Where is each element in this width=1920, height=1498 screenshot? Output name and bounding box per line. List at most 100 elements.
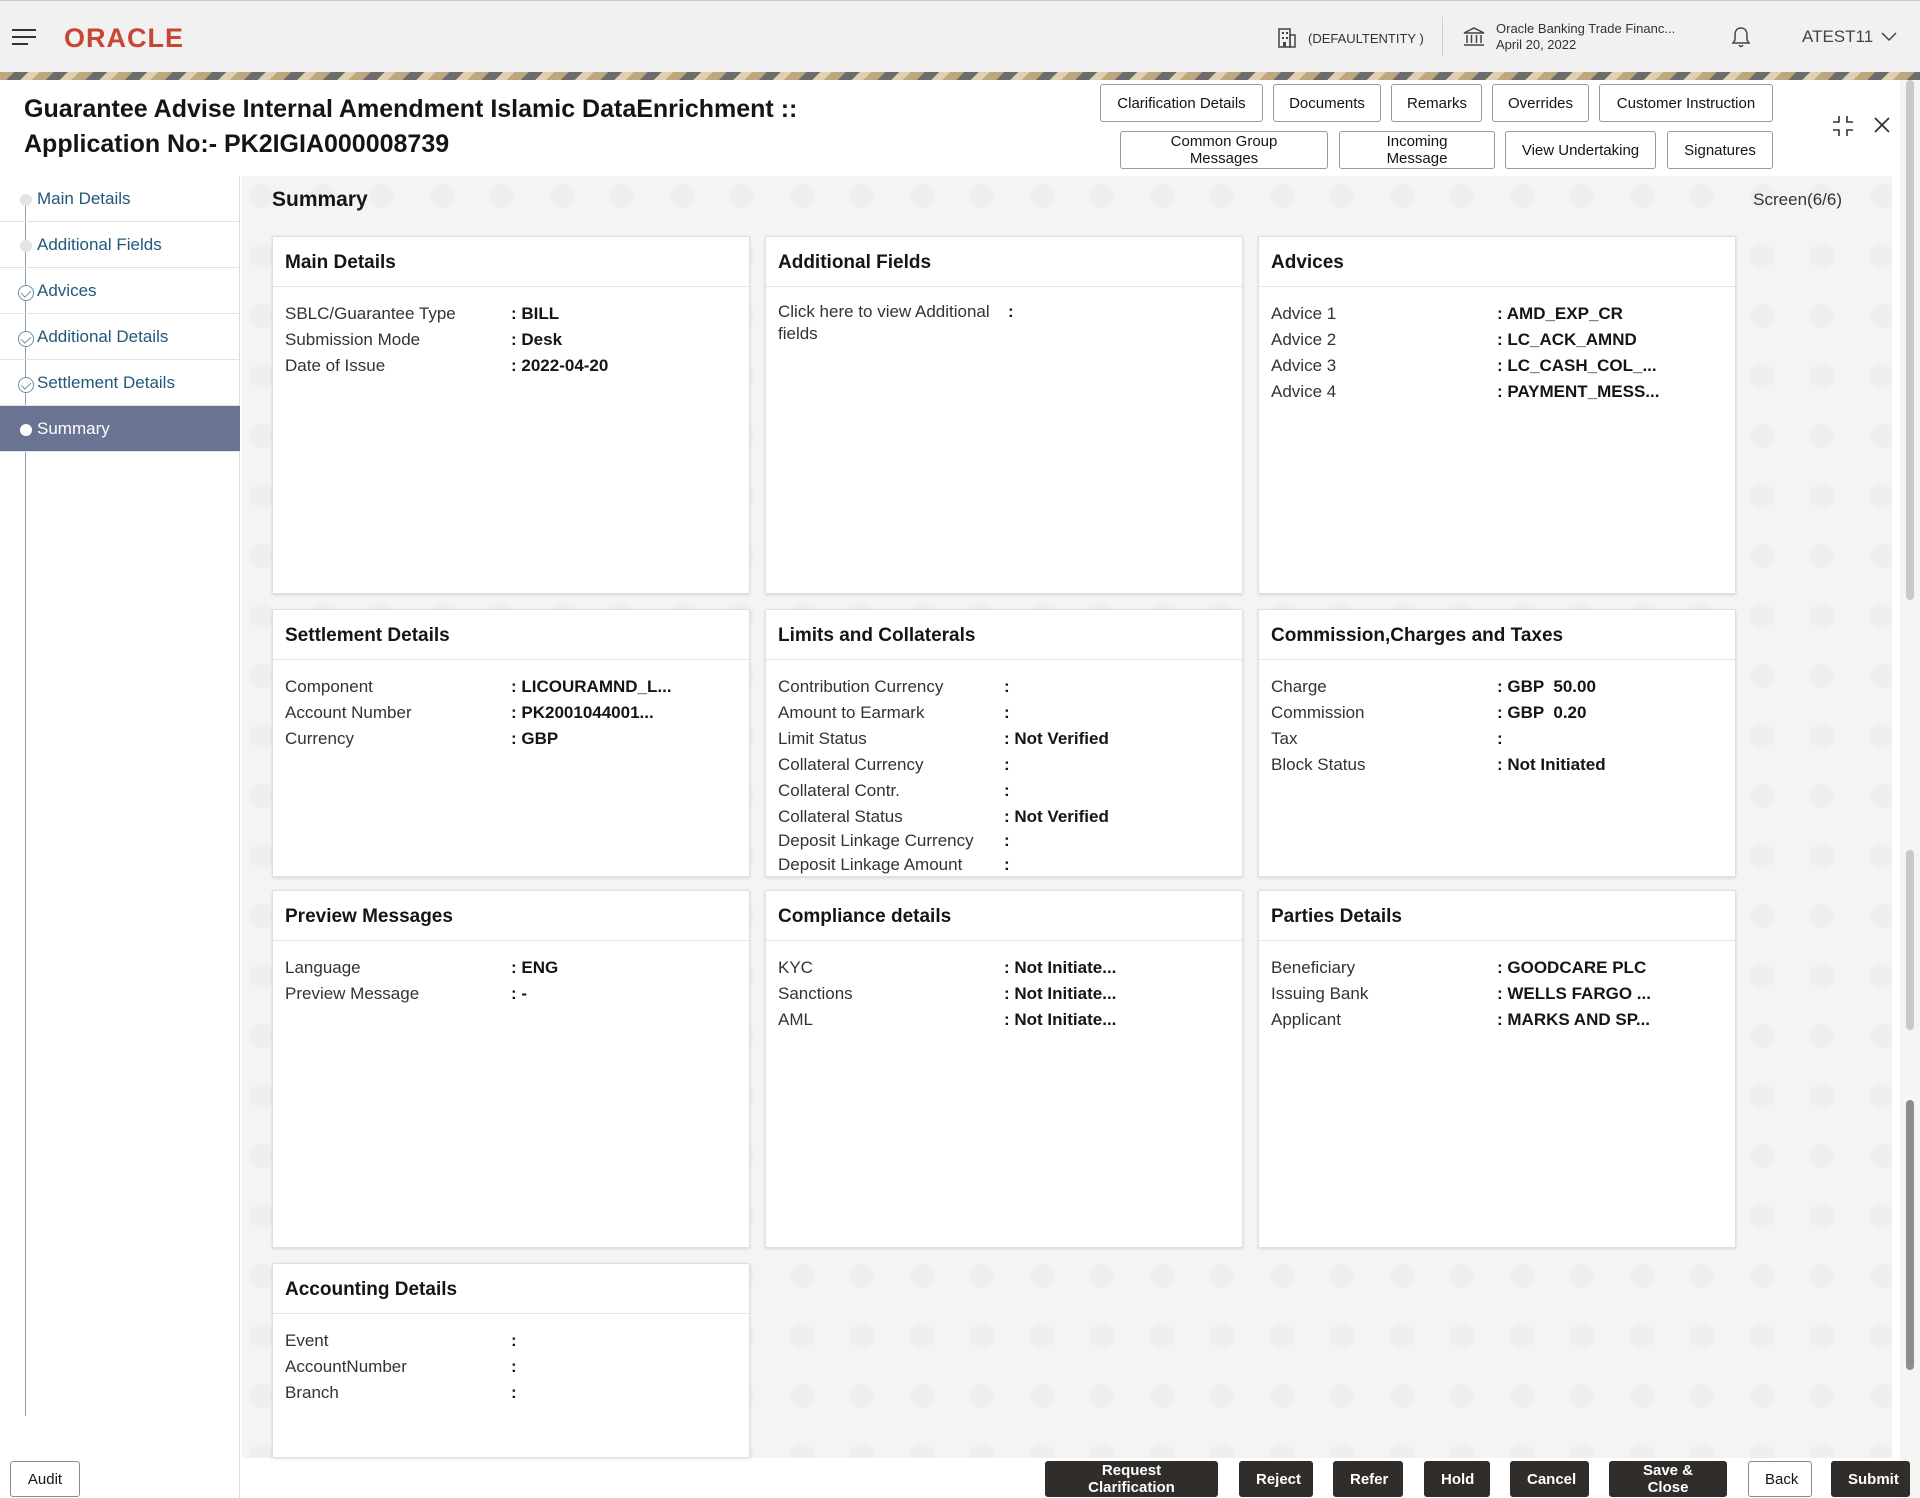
card-row: Block Status: Not Initiated (1271, 752, 1723, 778)
notification-bell-icon[interactable] (1730, 25, 1752, 49)
clarification-details-button[interactable]: Clarification Details (1100, 84, 1263, 122)
card-row: Sanctions: Not Initiate... (778, 981, 1230, 1007)
user-menu[interactable]: ATEST11 (1802, 27, 1897, 47)
nav-item-settlement-details[interactable]: Settlement Details (0, 360, 240, 406)
audit-button[interactable]: Audit (10, 1461, 80, 1497)
back-button[interactable]: Back (1748, 1461, 1812, 1497)
card-row: Limit Status: Not Verified (778, 726, 1230, 752)
step-complete-check-icon (18, 331, 34, 347)
nav-item-label: Summary (37, 419, 110, 439)
view-additional-fields-link: Click here to view Additional fields (778, 301, 1008, 345)
card-title: Advices (1259, 237, 1735, 287)
summary-content: Summary Screen(6/6) Main Details SBLC/Gu… (242, 176, 1892, 1458)
step-pending-icon (20, 240, 32, 252)
card-row: Advice 3: LC_CASH_COL_... (1271, 353, 1723, 379)
preview-messages-card[interactable]: Preview Messages Language: ENG Preview M… (272, 890, 750, 1248)
card-title: Main Details (273, 237, 749, 287)
save-close-button[interactable]: Save & Close (1609, 1461, 1727, 1497)
top-bar: ORACLE (DEFAULTENTITY ) Oracle Banking T… (0, 0, 1920, 72)
documents-button[interactable]: Documents (1273, 84, 1381, 122)
incoming-message-button[interactable]: Incoming Message (1339, 131, 1495, 169)
nav-item-label: Additional Fields (37, 235, 162, 255)
card-row: Applicant: MARKS AND SP... (1271, 1007, 1723, 1033)
card-row: Collateral Currency: (778, 752, 1230, 778)
common-group-messages-button[interactable]: Common Group Messages (1120, 131, 1328, 169)
additional-fields-card[interactable]: Additional Fields Click here to view Add… (765, 236, 1243, 594)
parties-details-card[interactable]: Parties Details Beneficiary: GOODCARE PL… (1258, 890, 1736, 1248)
card-row: AccountNumber: (285, 1354, 737, 1380)
nav-item-label: Advices (37, 281, 97, 301)
scrollbar-thumb[interactable] (1906, 1100, 1914, 1370)
step-complete-check-icon (18, 285, 34, 301)
step-navigation: Main Details Additional Fields Advices A… (0, 176, 240, 1498)
nav-item-main-details[interactable]: Main Details (0, 176, 240, 222)
entity-label: (DEFAULTENTITY ) (1308, 31, 1424, 46)
card-row: Event: (285, 1328, 737, 1354)
bank-selector[interactable]: Oracle Banking Trade Financ... April 20,… (1462, 21, 1675, 53)
card-row: Contribution Currency: (778, 674, 1230, 700)
request-clarification-button[interactable]: Request Clarification (1045, 1461, 1218, 1497)
decorative-banner (0, 72, 1920, 80)
nav-item-label: Settlement Details (37, 373, 175, 393)
entity-selector[interactable]: (DEFAULTENTITY ) (1276, 25, 1424, 51)
overrides-button[interactable]: Overrides (1492, 84, 1589, 122)
nav-item-additional-fields[interactable]: Additional Fields (0, 222, 240, 268)
screen-counter: Screen(6/6) (1753, 190, 1842, 210)
hold-button[interactable]: Hold (1424, 1461, 1490, 1497)
card-row: Issuing Bank: WELLS FARGO ... (1271, 981, 1723, 1007)
refer-button[interactable]: Refer (1333, 1461, 1403, 1497)
customer-instruction-button[interactable]: Customer Instruction (1599, 84, 1773, 122)
bank-icon (1462, 25, 1486, 49)
nav-item-advices[interactable]: Advices (0, 268, 240, 314)
card-row: Date of Issue: 2022-04-20 (285, 353, 737, 379)
card-row: Amount to Earmark: (778, 700, 1230, 726)
card-row: Currency: GBP (285, 726, 737, 752)
remarks-button[interactable]: Remarks (1391, 84, 1482, 122)
step-current-icon (20, 424, 32, 436)
close-icon[interactable] (1873, 116, 1891, 134)
page-scrollbar[interactable] (1906, 80, 1916, 1410)
nav-item-label: Main Details (37, 189, 131, 209)
cancel-button[interactable]: Cancel (1510, 1461, 1589, 1497)
card-row: Advice 4: PAYMENT_MESS... (1271, 379, 1723, 405)
nav-item-label: Additional Details (37, 327, 168, 347)
main-details-card[interactable]: Main Details SBLC/Guarantee Type: BILL S… (272, 236, 750, 594)
card-row: Language: ENG (285, 955, 737, 981)
card-row: Branch: (285, 1380, 737, 1406)
scrollbar-thumb-upper[interactable] (1906, 80, 1914, 600)
advices-card[interactable]: Advices Advice 1: AMD_EXP_CR Advice 2: L… (1258, 236, 1736, 594)
card-row: Advice 2: LC_ACK_AMND (1271, 327, 1723, 353)
signatures-button[interactable]: Signatures (1667, 131, 1773, 169)
oracle-logo: ORACLE (64, 23, 184, 54)
accounting-details-card[interactable]: Accounting Details Event: AccountNumber:… (272, 1263, 750, 1458)
limits-collaterals-card[interactable]: Limits and Collaterals Contribution Curr… (765, 609, 1243, 877)
card-row: Collateral Contr.: (778, 778, 1230, 804)
nav-item-additional-details[interactable]: Additional Details (0, 314, 240, 360)
card-title: Preview Messages (273, 891, 749, 941)
window-title-line1: Guarantee Advise Internal Amendment Isla… (24, 92, 797, 127)
action-footer: Audit Request Clarification Reject Refer… (0, 1458, 1920, 1498)
card-row: SBLC/Guarantee Type: BILL (285, 301, 737, 327)
chevron-down-icon (1881, 32, 1897, 42)
card-row[interactable]: Click here to view Additional fields: (778, 301, 1230, 345)
compliance-details-card[interactable]: Compliance details KYC: Not Initiate... … (765, 890, 1243, 1248)
reject-button[interactable]: Reject (1239, 1461, 1313, 1497)
settlement-details-card[interactable]: Settlement Details Component: LICOURAMND… (272, 609, 750, 877)
card-row: Tax: (1271, 726, 1723, 752)
card-title: Compliance details (766, 891, 1242, 941)
card-row: Preview Message: - (285, 981, 737, 1007)
commission-charges-card[interactable]: Commission,Charges and Taxes Charge: GBP… (1258, 609, 1736, 877)
card-row: Beneficiary: GOODCARE PLC (1271, 955, 1723, 981)
card-row: Deposit Linkage Currency: (778, 830, 1230, 852)
scrollbar-thumb-middle[interactable] (1906, 850, 1914, 1030)
hamburger-menu-icon[interactable] (12, 29, 36, 45)
card-row: Deposit Linkage Amount: (778, 852, 1230, 877)
card-row: Charge: GBP 50.00 (1271, 674, 1723, 700)
submit-button[interactable]: Submit (1831, 1461, 1910, 1497)
building-icon (1276, 27, 1298, 49)
view-undertaking-button[interactable]: View Undertaking (1505, 131, 1656, 169)
nav-item-summary[interactable]: Summary (0, 406, 240, 452)
card-title: Settlement Details (273, 610, 749, 660)
card-title: Accounting Details (273, 1264, 749, 1314)
minimize-window-icon[interactable] (1831, 114, 1855, 138)
